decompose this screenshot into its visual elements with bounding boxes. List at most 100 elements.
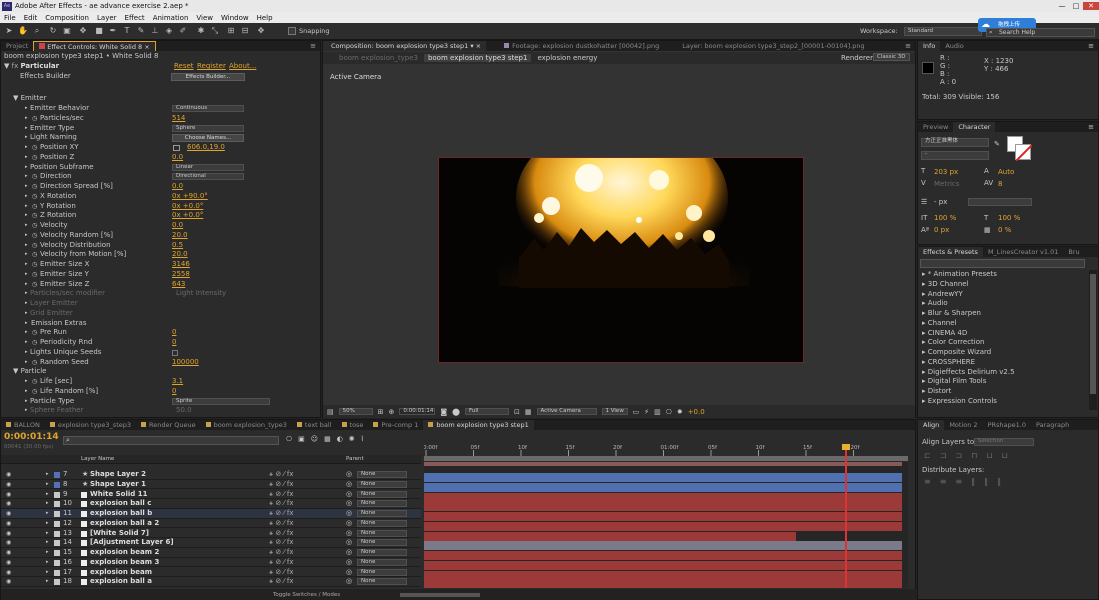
prop-value[interactable]: 3.1 [172,377,183,387]
parent-pickwhip-icon[interactable]: ◎ [346,490,352,500]
tab-audio[interactable]: Audio [940,41,968,51]
effects-category-item[interactable]: ▸ Digital Film Tools [922,377,986,387]
kerning-value[interactable]: Metrics [934,180,959,188]
effects-category-item[interactable]: ▸ Blur & Sharpen [922,309,981,319]
expand-triangle-icon[interactable]: ▸ [25,260,28,270]
renderer-value[interactable]: Classic 3D [873,53,910,61]
layer-duration-bar[interactable] [424,551,902,560]
tab-preview[interactable]: Preview [918,122,953,132]
effect-reset-link[interactable]: Reset [174,62,194,72]
stopwatch-icon[interactable]: ◷ [32,377,37,387]
parent-dropdown[interactable]: None [357,480,407,488]
character-menu-icon[interactable]: ≡ [1088,123,1098,131]
stopwatch-icon[interactable]: ◷ [32,328,37,338]
work-area-bar[interactable] [424,456,908,461]
prop-value[interactable]: 20.0 [172,231,188,241]
layer-name[interactable]: explosion ball a [90,577,152,587]
expand-triangle-icon[interactable]: ▸ [25,406,28,416]
prop-value[interactable]: 0x +0.0° [172,211,203,221]
visibility-eye-icon[interactable]: ◉ [6,509,11,519]
layer-name[interactable]: explosion beam 3 [90,558,159,568]
stopwatch-icon[interactable]: ◷ [32,231,37,241]
parent-pickwhip-icon[interactable]: ◎ [346,568,352,578]
prop-value[interactable]: 606.0,19.0 [187,143,225,153]
tracking-value[interactable]: 8 [998,180,1002,188]
stroke-color-swatch[interactable] [1015,144,1033,162]
menu-effect[interactable]: Effect [125,14,145,22]
expand-triangle-icon[interactable]: ▸ [46,568,49,578]
time-ruler[interactable]: 0:00f 05f 10f 15f 20f 01:00f 05f 10f 15f 20f [423,442,908,456]
table-row[interactable]: ◉ ▸ 8 ★ Shape Layer 1 ⚹ ⊘ ⁄ fx ◎ None [1,480,421,490]
expand-triangle-icon[interactable]: ▸ [25,289,28,299]
table-row[interactable]: ◉ ▸ 10 explosion ball c ⚹ ⊘ ⁄ fx ◎ None [1,499,421,509]
timeline-tab[interactable]: boom explosion type3 step1 [423,420,534,430]
expand-triangle-icon[interactable]: ▸ [46,509,49,519]
type-tool-icon[interactable]: T [122,26,132,36]
effect-about-link[interactable]: About... [229,62,256,72]
viewer-menu-icon[interactable]: ≡ [905,42,915,50]
visibility-eye-icon[interactable]: ◉ [6,519,11,529]
prop-value[interactable]: 100000 [172,358,199,368]
distribute-bottom-icon[interactable]: ≡ [955,477,962,486]
axis-local-icon[interactable]: ⤡ [210,26,220,36]
distribute-left-icon[interactable]: ‖ [971,477,975,486]
label-color-icon[interactable] [54,550,60,556]
menu-file[interactable]: File [4,14,16,22]
expand-triangle-icon[interactable]: ▸ [25,172,28,182]
transparency-grid-icon[interactable]: ▦ [525,408,532,416]
expand-triangle-icon[interactable]: ▸ [25,192,28,202]
motion-blur-icon[interactable]: ◐ [337,435,343,443]
effects-category-item[interactable]: ▸ Audio [922,299,948,309]
parent-dropdown[interactable]: None [357,539,407,547]
visibility-eye-icon[interactable]: ◉ [6,480,11,490]
layer-name[interactable]: Shape Layer 1 [90,480,146,490]
layer-duration-bar[interactable] [424,531,796,541]
table-row[interactable]: ◉ ▸ 18 explosion ball a ⚹ ⊘ ⁄ fx ◎ None [1,577,421,587]
expand-triangle-icon[interactable]: ▸ [25,182,28,192]
close-icon[interactable]: ✕ [1083,2,1099,10]
stopwatch-icon[interactable]: ◷ [32,387,37,397]
snapping-move-icon[interactable]: ✥ [256,26,266,36]
menu-help[interactable]: Help [257,14,273,22]
expand-triangle-icon[interactable]: ▸ [25,231,28,241]
label-color-icon[interactable] [54,501,60,508]
flowchart-icon[interactable]: ⎔ [666,408,672,416]
align-to-dropdown[interactable]: Selection [974,438,1034,446]
label-color-icon[interactable] [54,520,60,527]
prop-value[interactable]: 20.0 [172,250,188,260]
visibility-eye-icon[interactable]: ◉ [6,529,11,539]
crosshair-target-icon[interactable] [173,145,180,151]
stopwatch-icon[interactable]: ◷ [32,202,37,212]
stopwatch-icon[interactable]: ◷ [32,182,37,192]
timeline-tab[interactable]: explosion type3_step3 [45,420,136,430]
expand-triangle-icon[interactable]: ▸ [25,202,28,212]
axis-view-icon[interactable]: ⊟ [240,26,250,36]
timeline-tab[interactable]: text ball [292,420,337,430]
snapshot-icon[interactable]: ◙ [440,408,447,416]
layer-switches-icon[interactable]: ⚹ ⊘ ⁄ fx [269,548,294,558]
prop-value[interactable]: 0.5 [172,241,183,251]
align-bottom-icon[interactable]: ⊔ [1002,451,1008,460]
parent-dropdown[interactable]: None [357,578,407,586]
hand-tool-icon[interactable]: ✋ [18,26,28,36]
selection-tool-icon[interactable]: ➤ [4,26,14,36]
expand-triangle-icon[interactable]: ▸ [25,348,28,358]
view-layout-dropdown[interactable]: 1 View [601,408,628,415]
leading-value[interactable]: Auto [998,168,1014,176]
table-row[interactable]: ◉ ▸ 12 explosion ball a 2 ⚹ ⊘ ⁄ fx ◎ None [1,519,421,529]
layer-name-column[interactable]: Layer Name [81,455,114,464]
visibility-eye-icon[interactable]: ◉ [6,577,11,587]
layer-duration-bar[interactable] [424,580,902,588]
prop-value[interactable]: 2558 [172,270,190,280]
layer-switches-icon[interactable]: ⚹ ⊘ ⁄ fx [269,490,294,500]
parent-dropdown[interactable]: None [357,500,407,508]
layer-duration-bar[interactable] [424,462,902,466]
layer-name[interactable]: explosion ball b [90,509,152,519]
effects-category-item[interactable]: ▸ CINEMA 4D [922,329,967,339]
prop-value[interactable]: 0 [172,328,176,338]
show-channel-icon[interactable]: ⬤ [452,408,460,416]
exposure-value[interactable]: +0.0 [688,408,705,416]
layer-switches-icon[interactable]: ⚹ ⊘ ⁄ fx [269,558,294,568]
stopwatch-icon[interactable]: ◷ [32,153,37,163]
minimize-icon[interactable]: — [1055,2,1069,10]
